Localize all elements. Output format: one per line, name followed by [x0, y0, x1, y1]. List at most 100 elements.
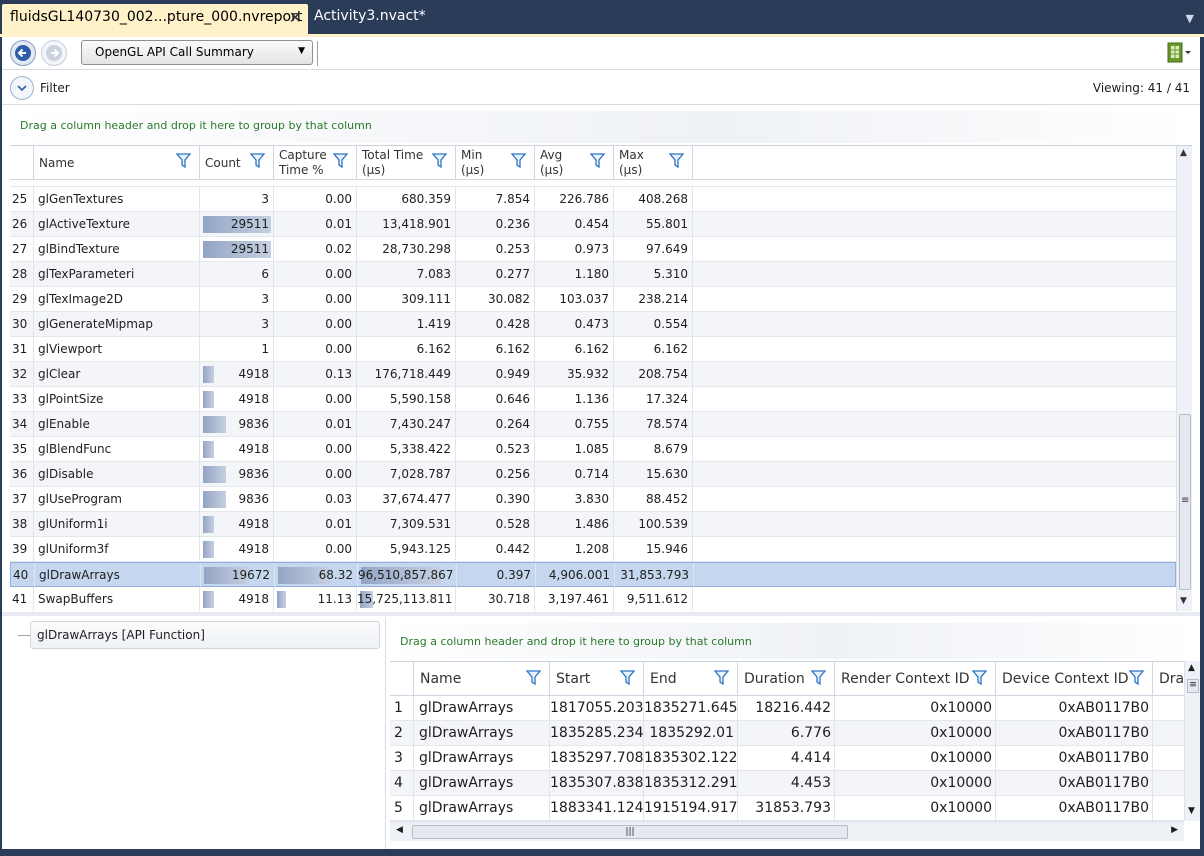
table-row[interactable]: 29 glTexImage2D 3 0.00 309.111 30.082 103.037 2… — [10, 287, 1176, 312]
column-header-draw-truncated[interactable]: Dra — [1153, 662, 1184, 696]
back-button[interactable] — [10, 40, 36, 66]
scroll-right-icon[interactable]: ▶ — [1171, 825, 1178, 835]
cell-min: 0.646 — [456, 387, 535, 412]
cell-count: 3 — [200, 312, 274, 337]
column-header-count[interactable]: Count — [200, 146, 274, 180]
table-row[interactable]: 35 glBlendFunc 4918 0.00 5,338.422 0.523 1.085… — [10, 437, 1176, 462]
filter-expand-button[interactable] — [10, 76, 34, 100]
table-row[interactable]: 38 glUniform1i 4918 0.01 7,309.531 0.528 1.486… — [10, 512, 1176, 537]
cell-avg: 1.136 — [535, 387, 614, 412]
filter-funnel-icon[interactable] — [250, 153, 265, 169]
filter-funnel-icon[interactable] — [811, 670, 826, 686]
table-row[interactable]: 25 glGenTextures 3 0.00 680.359 7.854 226.786 4… — [10, 187, 1176, 212]
table-row[interactable]: 27 glBindTexture 29511 0.02 28,730.298 0.253 0… — [10, 237, 1176, 262]
filter-funnel-icon[interactable] — [972, 670, 987, 686]
scroll-up-icon[interactable]: ▲ — [1188, 663, 1195, 673]
filter-funnel-icon[interactable] — [590, 153, 605, 169]
filter-funnel-icon[interactable] — [333, 153, 348, 169]
table-row[interactable]: 37 glUseProgram 9836 0.03 37,674.477 0.390 3.8… — [10, 487, 1176, 512]
event-vertical-scrollbar[interactable]: ▲ ≡ ▼ — [1184, 661, 1200, 821]
scroll-down-icon[interactable]: ▼ — [1180, 596, 1187, 606]
table-row[interactable]: 4 glDrawArrays 1835307.838 1835312.291 4.453… — [390, 771, 1184, 796]
table-row[interactable]: 1 glDrawArrays 1817055.203 1835271.645 18216… — [390, 696, 1184, 721]
cell-min: 0.397 — [457, 563, 536, 588]
table-row[interactable]: 2 glDrawArrays 1835285.234 1835292.01 6.776 0… — [390, 721, 1184, 746]
cell-max: 15.946 — [614, 537, 693, 562]
table-row[interactable]: 39 glUniform3f 4918 0.00 5,943.125 0.442 1.208… — [10, 537, 1176, 562]
tab-activity[interactable]: Activity3.nvact* — [314, 8, 426, 24]
column-header-name[interactable]: Name — [414, 662, 550, 696]
table-row[interactable]: 40 glDrawArrays 19672 68.32 96,510,857.867 0.… — [10, 562, 1176, 588]
export-excel-button[interactable] — [1166, 42, 1192, 64]
filter-bar: Filter Viewing: 41 / 41 — [2, 71, 1200, 105]
filter-funnel-icon[interactable] — [1129, 670, 1144, 686]
cell-avg: 103.037 — [535, 287, 614, 312]
scroll-down-icon[interactable]: ▼ — [1188, 806, 1195, 816]
filter-funnel-icon[interactable] — [620, 670, 635, 686]
cell-count: 29511 — [200, 237, 274, 262]
column-header-avg[interactable]: Avg (µs) — [535, 146, 614, 180]
toolbar-separator — [317, 41, 318, 66]
scroll-up-icon[interactable]: ▲ — [1180, 148, 1187, 158]
column-header-duration[interactable]: Duration — [738, 662, 835, 696]
filter-funnel-icon[interactable] — [176, 153, 191, 169]
column-header-end[interactable]: End — [644, 662, 738, 696]
cell-idx: 28 — [10, 262, 34, 287]
tree-node-api-function[interactable]: glDrawArrays [API Function] — [30, 621, 380, 649]
table-row[interactable]: 5 glDrawArrays 1883341.124 1915194.917 31853… — [390, 796, 1184, 821]
table-row[interactable]: 31 glViewport 1 0.00 6.162 6.162 6.162 6.162 — [10, 337, 1176, 362]
cell-cap: 0.00 — [274, 462, 357, 487]
cell-bar-count — [203, 416, 226, 433]
table-row[interactable]: 26 glActiveTexture 29511 0.01 13,418.901 0.23… — [10, 212, 1176, 237]
forward-button[interactable] — [41, 40, 67, 66]
filter-funnel-icon[interactable] — [669, 153, 684, 169]
cell-idx: 40 — [11, 563, 35, 588]
column-header-name[interactable]: Name — [34, 146, 200, 180]
cell-idx: 5 — [390, 796, 414, 821]
cell-count: 4918 — [200, 587, 274, 611]
cell-start: 1835307.838 — [550, 771, 644, 796]
filter-funnel-icon[interactable] — [432, 153, 447, 169]
table-row[interactable]: 3 glDrawArrays 1835297.708 1835302.122 4.414… — [390, 746, 1184, 771]
column-header-max[interactable]: Max (µs) — [614, 146, 693, 180]
event-horizontal-scrollbar[interactable]: ◀ ||| ▶ — [390, 821, 1184, 841]
table-row[interactable]: 34 glEnable 9836 0.01 7,430.247 0.264 0.755 78.… — [10, 412, 1176, 437]
column-header-device-context[interactable]: Device Context ID — [996, 662, 1153, 696]
table-row[interactable]: 30 glGenerateMipmap 3 0.00 1.419 0.428 0.473 0.… — [10, 312, 1176, 337]
cell-bar-count — [203, 441, 214, 458]
grid-vertical-scrollbar[interactable]: ▲ ≡ ▼ — [1176, 146, 1192, 611]
filter-funnel-icon[interactable] — [526, 670, 541, 686]
cell-bar-count — [203, 366, 214, 383]
group-by-drop-zone[interactable]: Drag a column header and drop it here to… — [10, 111, 1192, 143]
table-row[interactable]: 41 SwapBuffers 4918 11.13 15,725,113.811 30.7… — [10, 587, 1176, 611]
cell-bar-count — [203, 516, 214, 533]
close-tab-icon[interactable]: ✕ — [289, 8, 302, 27]
column-header-render-context[interactable]: Render Context ID — [835, 662, 996, 696]
column-header-total-time[interactable]: Total Time (µs) — [357, 146, 456, 180]
filter-funnel-icon[interactable] — [714, 670, 729, 686]
column-header-min[interactable]: Min (µs) — [456, 146, 535, 180]
tab-list-dropdown-icon[interactable]: ▼ — [1186, 12, 1194, 25]
scroll-thumb[interactable]: ≡ — [1179, 414, 1191, 590]
cell-rctx: 0x10000 — [835, 746, 996, 771]
column-header-start[interactable]: Start — [550, 662, 644, 696]
tab-report[interactable]: fluidsGL140730_002...pture_000.nvreport … — [2, 4, 308, 34]
cell-min: 0.236 — [456, 212, 535, 237]
table-row[interactable]: 36 glDisable 9836 0.00 7,028.787 0.256 0.714 15… — [10, 462, 1176, 487]
table-row[interactable]: 32 glClear 4918 0.13 176,718.449 0.949 35.932 2… — [10, 362, 1176, 387]
scroll-thumb[interactable]: ||| — [412, 825, 848, 839]
cell-name: glDrawArrays — [414, 771, 550, 796]
scroll-thumb[interactable]: ≡ — [1187, 679, 1199, 693]
cell-total: 7,309.531 — [357, 512, 456, 537]
chevron-down-icon — [17, 85, 27, 92]
table-row[interactable]: 33 glPointSize 4918 0.00 5,590.158 0.646 1.136… — [10, 387, 1176, 412]
cell-avg: 0.473 — [535, 312, 614, 337]
filter-funnel-icon[interactable] — [511, 153, 526, 169]
scroll-left-icon[interactable]: ◀ — [396, 825, 403, 835]
pane-splitter[interactable] — [2, 612, 1200, 616]
table-row[interactable]: 28 glTexParameteri 6 0.00 7.083 0.277 1.180 5.3… — [10, 262, 1176, 287]
cell-count: 3 — [200, 187, 274, 212]
group-by-drop-zone[interactable]: Drag a column header and drop it here to… — [390, 623, 1198, 659]
column-header-capture-time[interactable]: Capture Time % — [274, 146, 357, 180]
report-view-select[interactable]: OpenGL API Call Summary ▼ — [81, 40, 313, 65]
